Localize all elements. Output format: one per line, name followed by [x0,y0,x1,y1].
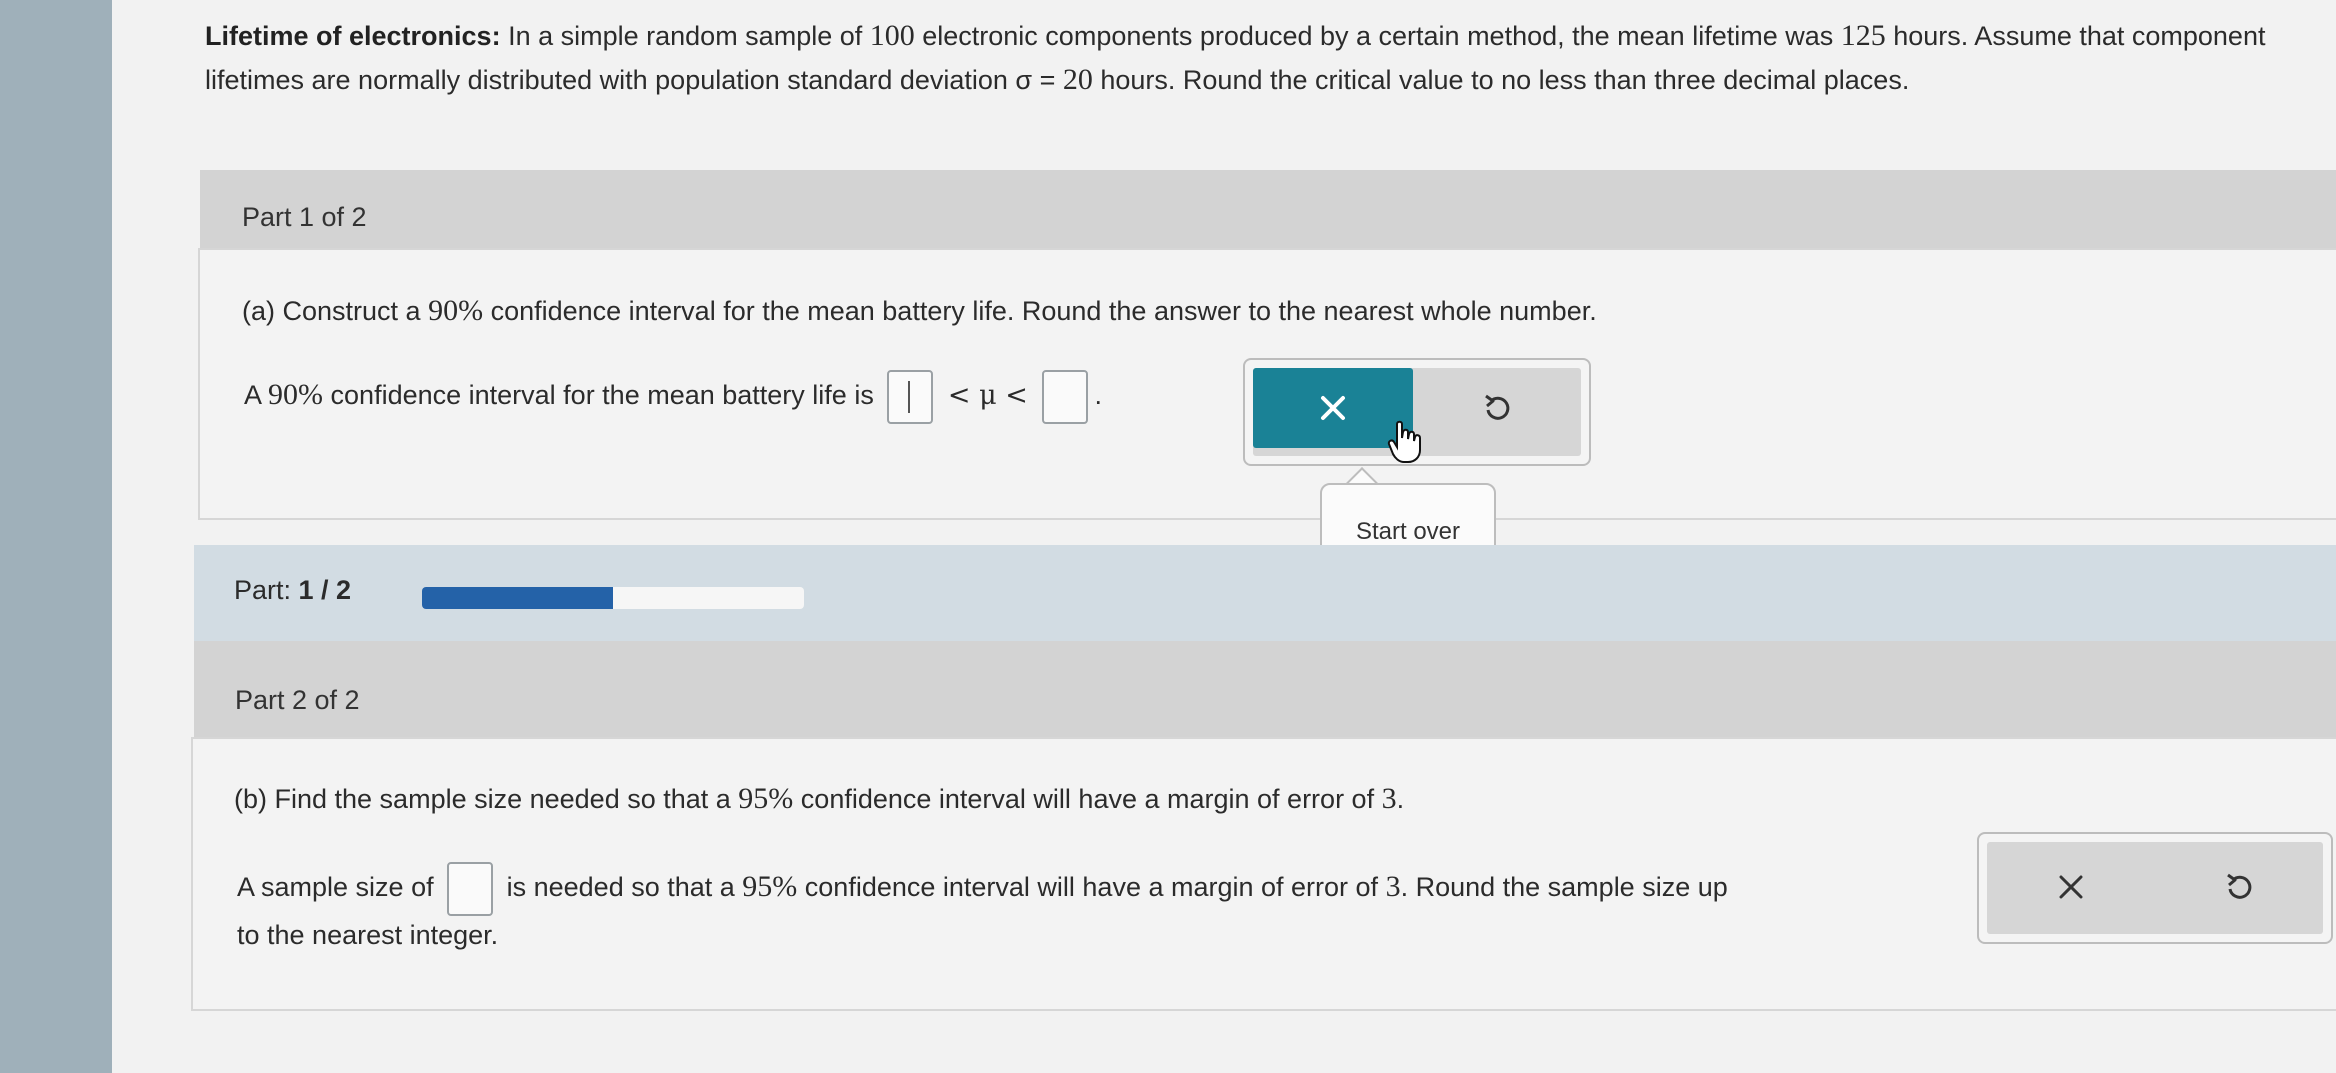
problem-title: Lifetime of electronics: [205,21,501,51]
part2-question: (b) Find the sample size needed so that … [234,782,1405,815]
mu-inequality: < μ < [939,380,1037,412]
part1-header: Part 1 of 2 [200,170,2336,248]
progress-bar-fill [422,587,613,609]
progress-label: Part: 1 / 2 [234,575,352,605]
undo-icon [2227,873,2252,899]
tooltip-label: Start over [1355,518,1461,545]
problem-text: In a simple random sample of [500,21,870,51]
problem-text: electronic components produced by a cert… [914,21,1841,51]
part1-question: (a) Construct a 90% confidence interval … [242,294,1597,327]
part2-header: Part 2 of 2 [194,641,2336,737]
part1-answer-line: A 90% confidence interval for the mean b… [244,370,1102,424]
part-progress: Part: 1 / 2 [194,545,2336,641]
undo-icon [1485,394,1510,420]
part2-header-label: Part 2 of 2 [235,685,360,715]
progress-bar [422,587,804,609]
left-sidebar-strip [0,0,112,1073]
clear-button[interactable] [1987,842,2155,932]
sigma-value: 20 [1062,63,1093,96]
part1-header-label: Part 1 of 2 [242,202,367,232]
text-cursor [908,381,911,413]
part1-tools [1243,358,1591,466]
part2-tools [1977,832,2333,944]
problem-statement: Lifetime of electronics: In a simple ran… [205,14,2285,102]
sample-size-input[interactable] [447,862,494,916]
undo-button[interactable] [1413,368,1581,448]
sample-n: 100 [869,19,915,52]
part2-answer-line: A sample size of is needed so that a 95%… [237,862,1728,916]
sample-mean: 125 [1840,19,1886,52]
hand-pointer-icon [1387,420,1421,463]
x-icon [2059,875,2083,899]
undo-button[interactable] [2155,842,2323,932]
problem-text: hours. Round the critical value to no le… [1092,65,1910,95]
x-icon [1321,396,1345,420]
upper-bound-input[interactable] [1042,370,1089,424]
progress-value: 1 / 2 [298,575,352,605]
lower-bound-input[interactable] [887,370,934,424]
part2-answer-line2: to the nearest integer. [237,920,499,950]
